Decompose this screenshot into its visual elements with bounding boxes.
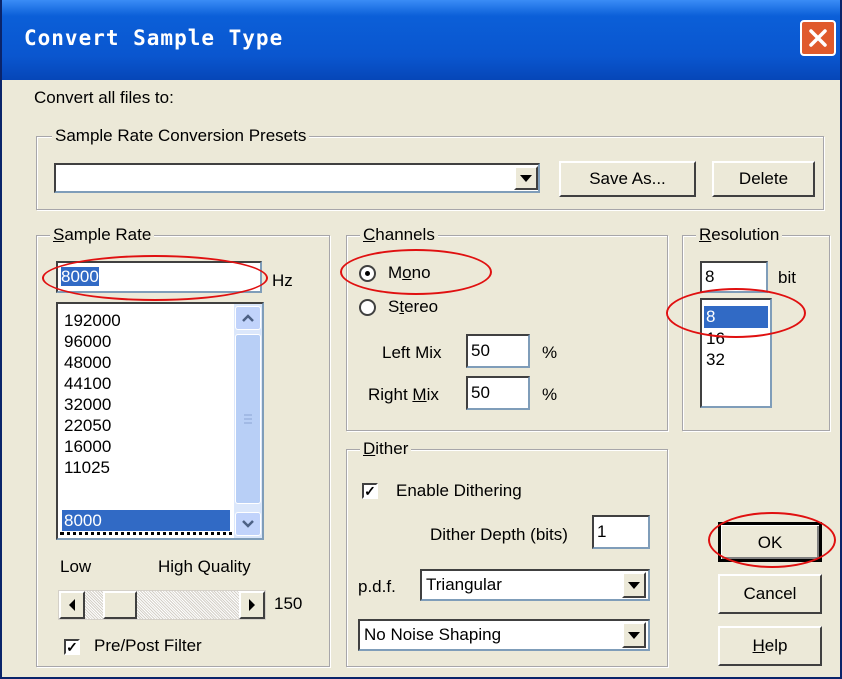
quality-increase-button[interactable] xyxy=(239,591,265,619)
title-bar[interactable]: Convert Sample Type xyxy=(2,0,840,80)
noise-shaping-dropdown-arrow-icon[interactable] xyxy=(622,622,646,648)
arrow-left-icon xyxy=(69,599,75,611)
mono-label: Mono xyxy=(388,263,431,282)
save-as-button[interactable]: Save As... xyxy=(559,161,696,197)
quality-decrease-button[interactable] xyxy=(59,591,85,619)
chevron-up-icon xyxy=(242,314,254,322)
right-mix-label: Right Mix xyxy=(368,385,439,404)
noise-shaping-select[interactable]: No Noise Shaping xyxy=(358,619,650,651)
intro-label: Convert all files to: xyxy=(34,88,174,107)
enable-dithering-checkbox[interactable]: ✓ xyxy=(362,483,378,499)
mono-radio[interactable] xyxy=(359,265,376,282)
help-button[interactable]: Help xyxy=(718,626,822,666)
grip-icon xyxy=(244,414,252,424)
convert-sample-type-dialog: Convert Sample Type Convert all files to… xyxy=(0,0,842,679)
dither-group-label: Dither xyxy=(360,439,412,459)
stereo-radio[interactable] xyxy=(359,299,376,316)
scroll-down-button[interactable] xyxy=(235,512,261,536)
list-item[interactable]: 32 xyxy=(706,351,725,369)
list-item[interactable]: 192000 xyxy=(62,310,258,331)
list-scrollbar[interactable] xyxy=(234,304,262,538)
resolution-list[interactable]: 8 16 32 xyxy=(700,298,772,408)
prepost-filter-checkbox[interactable]: ✓ xyxy=(64,639,80,655)
left-mix-input[interactable]: 50 xyxy=(466,334,530,368)
scroll-thumb[interactable] xyxy=(235,334,261,504)
left-mix-unit: % xyxy=(542,343,558,362)
ok-button[interactable]: OK xyxy=(718,522,822,562)
pdf-label: p.d.f. xyxy=(358,577,396,596)
list-item[interactable]: 44100 xyxy=(62,373,258,394)
list-item[interactable]: 32000 xyxy=(62,394,258,415)
presets-dropdown-arrow-icon[interactable] xyxy=(514,166,538,190)
prepost-filter-label: Pre/Post Filter xyxy=(94,636,202,655)
close-icon xyxy=(809,29,827,47)
sample-rate-input[interactable]: 8000 xyxy=(56,261,262,293)
window-title: Convert Sample Type xyxy=(24,26,284,50)
list-item[interactable]: 11025 xyxy=(62,457,258,478)
list-item-selected[interactable]: 8 xyxy=(704,306,768,328)
dither-depth-label: Dither Depth (bits) xyxy=(430,525,568,544)
right-mix-input[interactable]: 50 xyxy=(466,376,530,410)
hz-unit-label: Hz xyxy=(272,271,293,290)
presets-group-label: Sample Rate Conversion Presets xyxy=(52,126,310,146)
pdf-dropdown-arrow-icon[interactable] xyxy=(622,572,646,598)
enable-dithering-label: Enable Dithering xyxy=(396,481,522,500)
close-button[interactable] xyxy=(800,20,836,56)
presets-combobox[interactable] xyxy=(54,163,540,193)
pdf-select[interactable]: Triangular xyxy=(420,569,650,601)
list-item[interactable]: 22050 xyxy=(62,415,258,436)
delete-button[interactable]: Delete xyxy=(712,161,815,197)
right-mix-unit: % xyxy=(542,385,558,404)
list-item[interactable]: 96000 xyxy=(62,331,258,352)
list-item-selected[interactable]: 8000 xyxy=(62,510,230,531)
channels-group-label: Channels xyxy=(360,225,438,245)
chevron-down-icon xyxy=(242,520,254,528)
stereo-label: Stereo xyxy=(388,297,439,316)
list-item[interactable]: 48000 xyxy=(62,352,258,373)
cancel-button[interactable]: Cancel xyxy=(718,574,822,614)
quality-slider-thumb[interactable] xyxy=(103,591,137,619)
arrow-right-icon xyxy=(249,599,255,611)
list-item[interactable]: 16 xyxy=(706,330,725,348)
list-item[interactable]: 16000 xyxy=(62,436,258,457)
bit-unit-label: bit xyxy=(778,268,796,287)
quality-high-label: High Quality xyxy=(158,557,251,576)
scroll-up-button[interactable] xyxy=(235,306,261,330)
resolution-group-label: Resolution xyxy=(696,225,783,245)
quality-low-label: Low xyxy=(60,557,92,576)
dither-depth-input[interactable]: 1 xyxy=(592,515,650,549)
resolution-input[interactable]: 8 xyxy=(700,261,768,293)
list-item-clipped xyxy=(60,532,240,538)
left-mix-label: Left Mix xyxy=(382,343,442,362)
quality-value: 150 xyxy=(274,594,303,613)
sample-rate-group-label: Sample Rate xyxy=(50,225,155,245)
sample-rate-list[interactable]: 192000 96000 48000 44100 32000 22050 160… xyxy=(56,302,264,540)
quality-scrollbar[interactable] xyxy=(58,590,266,620)
